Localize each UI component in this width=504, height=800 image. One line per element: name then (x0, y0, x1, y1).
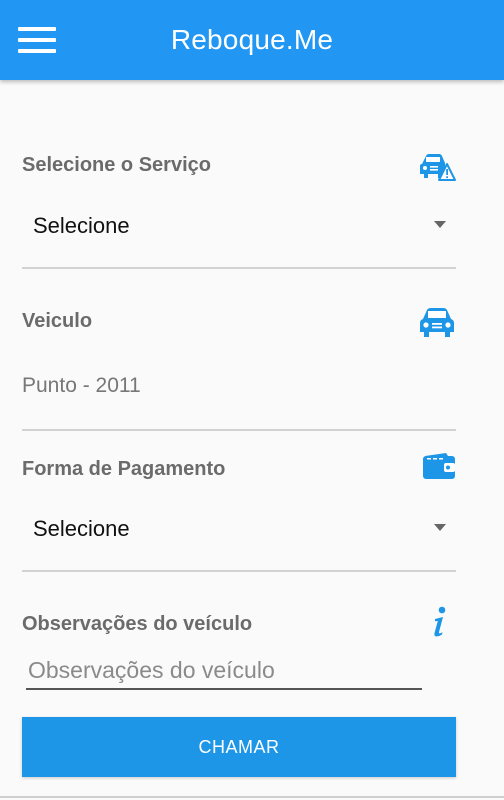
payment-select[interactable]: Selecione (22, 500, 456, 558)
call-button[interactable]: CHAMAR (22, 717, 456, 777)
vehicle-value: Punto - 2011 (22, 374, 141, 397)
payment-label: Forma de Pagamento (22, 458, 226, 480)
payment-select-value: Selecione (33, 516, 130, 541)
divider (22, 570, 456, 572)
divider (22, 267, 456, 269)
observations-label: Observações do veículo (22, 613, 253, 635)
vehicle-label: Veiculo (22, 310, 93, 332)
info-icon (434, 606, 446, 637)
chevron-down-icon (434, 524, 446, 531)
car-warning-icon (420, 154, 456, 181)
bottom-divider (0, 796, 504, 798)
service-label: Selecione o Serviço (22, 154, 211, 176)
car-icon (420, 308, 454, 337)
chevron-down-icon (434, 221, 446, 228)
app-bar: Reboque.Me (0, 0, 504, 80)
service-select[interactable]: Selecione (22, 197, 456, 255)
service-select-value: Selecione (33, 213, 130, 238)
wallet-icon (423, 453, 455, 479)
app-title: Reboque.Me (170, 24, 334, 55)
observations-input[interactable] (26, 652, 422, 690)
divider (22, 429, 456, 431)
